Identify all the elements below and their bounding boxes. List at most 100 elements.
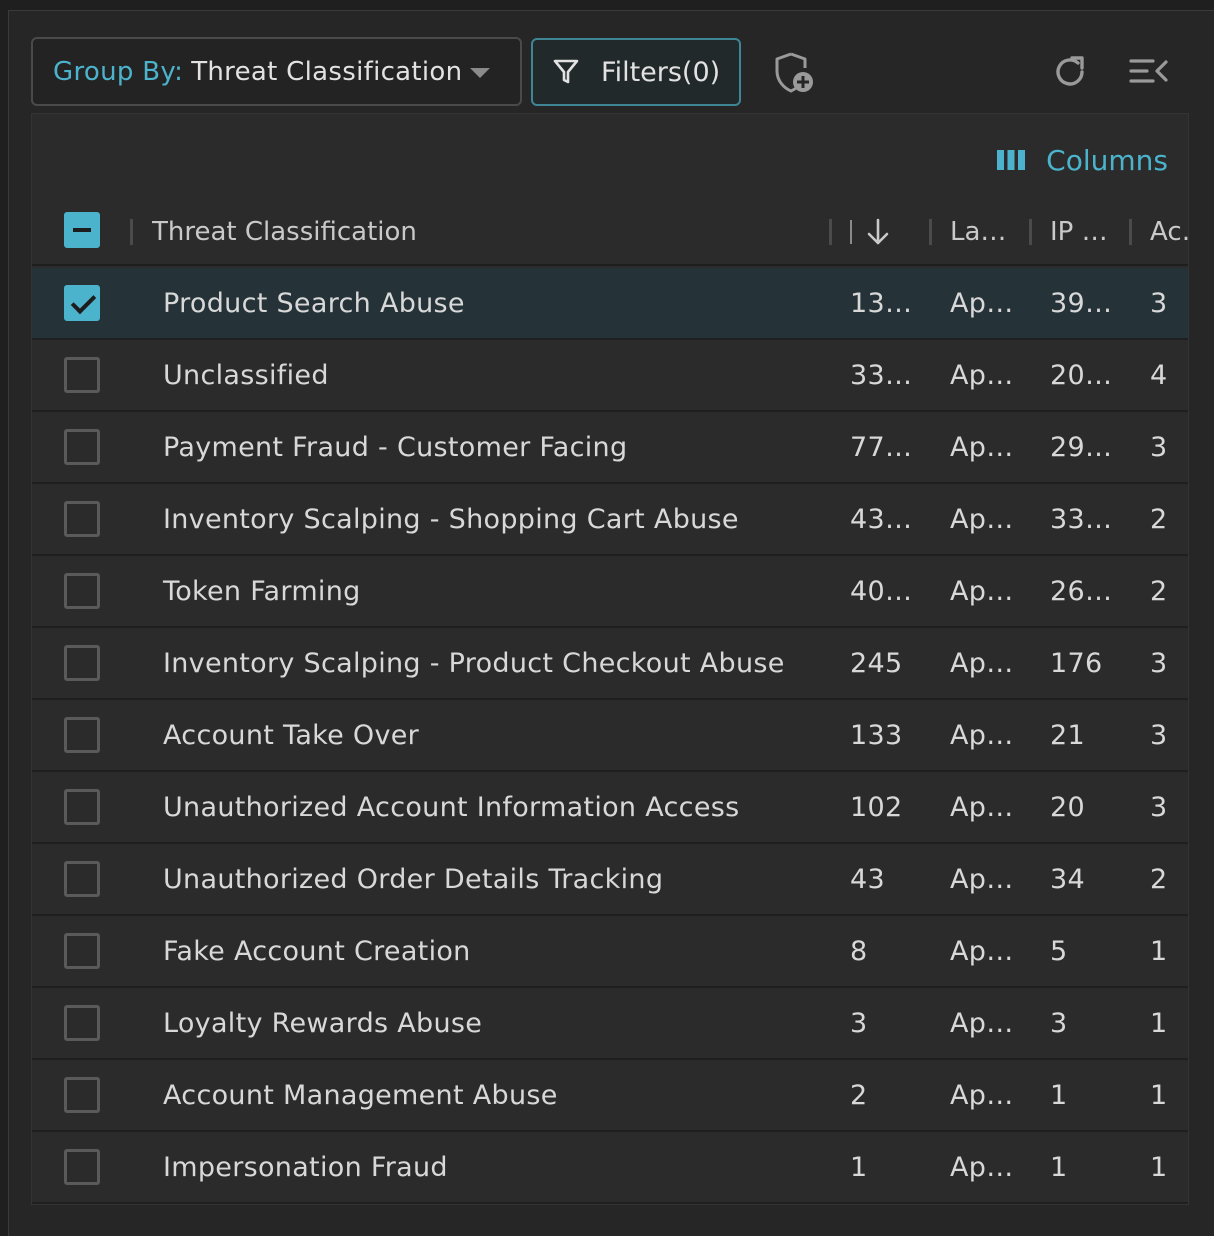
group-by-prefix: Group By:	[53, 56, 184, 87]
table-row[interactable]: Unauthorized Order Details Tracking 43 Ap……	[32, 844, 1188, 916]
table-row[interactable]: Product Search Abuse 13… Ap… 39… 3	[32, 268, 1188, 340]
last-seen-cell: Ap…	[950, 431, 1014, 463]
group-by-value: Threat Classification	[191, 56, 463, 87]
ip-count-cell: 34	[1050, 863, 1085, 895]
ip-count-cell: 26…	[1050, 575, 1113, 607]
count-cell: 245	[850, 647, 903, 679]
ip-count-cell: 39…	[1050, 287, 1113, 319]
header-ip[interactable]: IP …	[1050, 198, 1114, 266]
group-by-dropdown[interactable]: Group By: Threat Classification	[31, 37, 522, 106]
last-seen-cell: Ap…	[950, 1151, 1014, 1183]
threat-classification-cell: Account Take Over	[163, 719, 420, 751]
threat-classification-cell: Fake Account Creation	[163, 935, 471, 967]
shield-plus-icon[interactable]	[773, 51, 815, 95]
table-row[interactable]: Inventory Scalping - Shopping Cart Abuse…	[32, 484, 1188, 556]
header-threat-classification[interactable]: Threat Classification	[152, 198, 812, 266]
table-row[interactable]: Loyalty Rewards Abuse 3 Ap… 3 1	[32, 988, 1188, 1060]
select-all-checkbox[interactable]	[64, 212, 100, 248]
threat-classification-cell: Account Management Abuse	[163, 1079, 558, 1111]
column-separator[interactable]	[1129, 219, 1132, 245]
count-cell: 40…	[850, 575, 913, 607]
column-separator[interactable]	[1029, 219, 1032, 245]
threat-classification-cell: Unauthorized Account Information Access	[163, 791, 740, 823]
row-checkbox[interactable]	[64, 573, 100, 609]
table-row[interactable]: Impersonation Fraud 1 Ap… 1 1	[32, 1132, 1188, 1204]
threat-classification-cell: Payment Fraud - Customer Facing	[163, 431, 628, 463]
header-count-truncated-label	[850, 220, 852, 244]
count-cell: 13…	[850, 287, 913, 319]
last-seen-cell: Ap…	[950, 1079, 1014, 1111]
threat-classification-grid: Columns Threat Classification La… IP … A…	[31, 113, 1189, 1205]
row-checkbox[interactable]	[64, 717, 100, 753]
last-seen-cell: Ap…	[950, 719, 1014, 751]
last-seen-cell: Ap…	[950, 503, 1014, 535]
ip-count-cell: 20	[1050, 791, 1085, 823]
header-last-seen[interactable]: La…	[950, 198, 1014, 266]
table-row[interactable]: Fake Account Creation 8 Ap… 5 1	[32, 916, 1188, 988]
row-checkbox[interactable]	[64, 1149, 100, 1185]
ac-cell: 1	[1150, 935, 1168, 967]
ac-cell: 2	[1150, 863, 1168, 895]
table-row[interactable]: Unclassified 33… Ap… 20… 4	[32, 340, 1188, 412]
header-count[interactable]	[850, 198, 910, 266]
count-cell: 133	[850, 719, 903, 751]
ac-cell: 2	[1150, 575, 1168, 607]
row-checkbox[interactable]	[64, 501, 100, 537]
row-checkbox[interactable]	[64, 861, 100, 897]
count-cell: 77…	[850, 431, 913, 463]
row-checkbox[interactable]	[64, 645, 100, 681]
ac-cell: 3	[1150, 287, 1168, 319]
row-checkbox[interactable]	[64, 429, 100, 465]
count-cell: 8	[850, 935, 868, 967]
threat-classification-cell: Product Search Abuse	[163, 287, 465, 319]
chevron-down-icon	[470, 68, 490, 78]
sort-descending-icon	[867, 218, 889, 245]
table-row[interactable]: Unauthorized Account Information Access 1…	[32, 772, 1188, 844]
count-cell: 1	[850, 1151, 868, 1183]
table-row[interactable]: Inventory Scalping - Product Checkout Ab…	[32, 628, 1188, 700]
last-seen-cell: Ap…	[950, 935, 1014, 967]
ac-cell: 1	[1150, 1007, 1168, 1039]
ip-count-cell: 33…	[1050, 503, 1113, 535]
column-separator[interactable]	[929, 219, 932, 245]
last-seen-cell: Ap…	[950, 1007, 1014, 1039]
count-cell: 33…	[850, 359, 913, 391]
row-checkbox[interactable]	[64, 357, 100, 393]
ac-cell: 3	[1150, 431, 1168, 463]
last-seen-cell: Ap…	[950, 575, 1014, 607]
ac-cell: 2	[1150, 503, 1168, 535]
ip-count-cell: 21	[1050, 719, 1085, 751]
column-separator[interactable]	[829, 219, 832, 245]
table-row[interactable]: Account Take Over 133 Ap… 21 3	[32, 700, 1188, 772]
ip-count-cell: 5	[1050, 935, 1068, 967]
table-row[interactable]: Payment Fraud - Customer Facing 77… Ap… 29……	[32, 412, 1188, 484]
ac-cell: 1	[1150, 1151, 1168, 1183]
collapse-menu-icon[interactable]	[1129, 57, 1171, 89]
table-row[interactable]: Token Farming 40… Ap… 26… 2	[32, 556, 1188, 628]
filter-funnel-icon	[553, 59, 579, 84]
header-ac[interactable]: Ac…	[1150, 198, 1188, 266]
ac-cell: 3	[1150, 719, 1168, 751]
columns-label: Columns	[1046, 143, 1168, 177]
row-checkbox[interactable]	[64, 285, 100, 321]
count-cell: 43…	[850, 503, 913, 535]
threat-classification-cell: Impersonation Fraud	[163, 1151, 448, 1183]
count-cell: 102	[850, 791, 903, 823]
threat-classification-cell: Unclassified	[163, 359, 329, 391]
row-checkbox[interactable]	[64, 933, 100, 969]
filters-button[interactable]: Filters(0)	[531, 38, 741, 106]
row-checkbox[interactable]	[64, 1005, 100, 1041]
ip-count-cell: 20…	[1050, 359, 1113, 391]
table-row[interactable]: Account Management Abuse 2 Ap… 1 1	[32, 1060, 1188, 1132]
ac-cell: 4	[1150, 359, 1168, 391]
ip-count-cell: 29…	[1050, 431, 1113, 463]
count-cell: 43	[850, 863, 885, 895]
ip-count-cell: 176	[1050, 647, 1103, 679]
row-checkbox[interactable]	[64, 789, 100, 825]
column-separator[interactable]	[130, 219, 133, 245]
refresh-icon[interactable]	[1051, 53, 1089, 91]
last-seen-cell: Ap…	[950, 791, 1014, 823]
columns-button[interactable]: Columns	[996, 142, 1168, 178]
row-checkbox[interactable]	[64, 1077, 100, 1113]
ip-count-cell: 1	[1050, 1079, 1068, 1111]
